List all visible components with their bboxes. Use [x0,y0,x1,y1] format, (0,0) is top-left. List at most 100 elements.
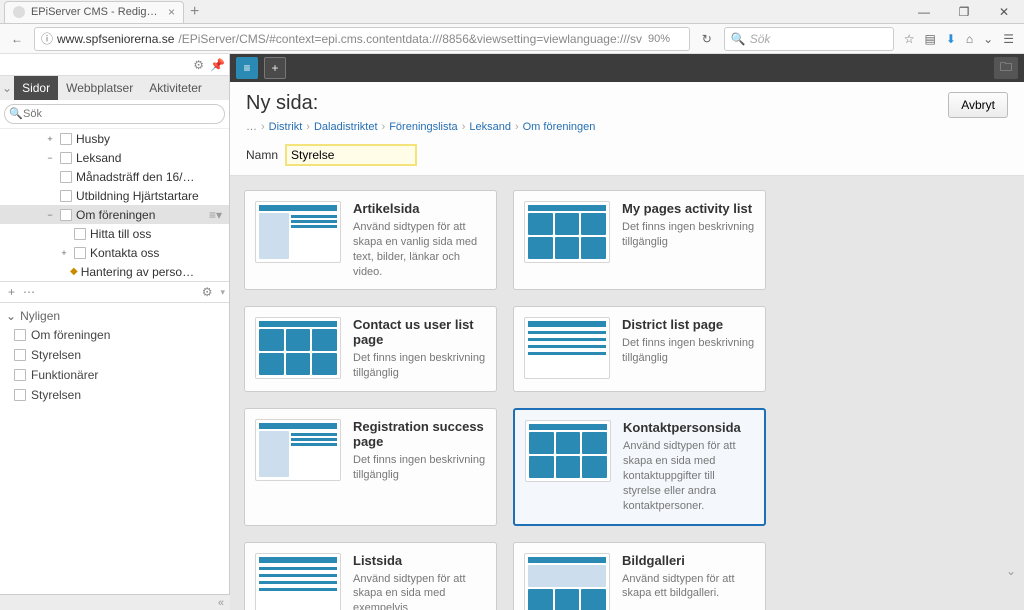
cancel-button[interactable]: Avbryt [948,92,1008,118]
chevron-right-icon: › [382,121,386,133]
menu-icon[interactable]: ☰ [1003,32,1014,46]
page-type-title: Bildgalleri [622,553,755,568]
page-type-card[interactable]: KontaktpersonsidaAnvänd sidtypen för att… [513,408,766,525]
tree-node[interactable]: Utbildning Hjärtstartare [0,186,229,205]
page-icon [14,329,26,341]
tree-node-label: Kontakta oss [90,246,159,260]
page-type-description: Det finns ingen beskrivning tillgänglig [353,453,486,483]
settings-button[interactable]: ⚙ [198,285,217,299]
page-type-card[interactable]: ListsidaAnvänd sidtypen för att skapa en… [244,542,497,610]
back-button[interactable]: ← [4,26,30,52]
breadcrumb-item[interactable]: Om föreningen [523,121,596,133]
page-type-title: Contact us user list page [353,317,486,347]
sidebar-actions: + ⋯ ⚙ ▾ [0,281,229,303]
window-close[interactable]: ✕ [984,0,1024,24]
tree-node-label: Hantering av perso… [81,265,194,279]
window-minimize[interactable]: — [904,0,944,24]
breadcrumb-item[interactable]: Leksand [469,121,511,133]
bookmark-icon[interactable]: ☆ [904,32,915,46]
chevron-down-icon[interactable]: ▾ [220,287,225,298]
breadcrumb-item[interactable]: Distrikt [269,121,303,133]
add-content-button[interactable]: + [264,57,286,79]
page-type-card[interactable]: Bildgalleri Använd sidtypen för att skapa… [513,542,766,610]
tree-node[interactable]: + Husby [0,129,229,148]
reload-button[interactable]: ↻ [694,26,720,52]
window-maximize[interactable]: ❐ [944,0,984,24]
browser-search[interactable]: 🔍 Sök [724,27,894,51]
page-type-description: Använd sidtypen för att skapa ett bildga… [622,572,755,602]
page-type-thumbnail [524,553,610,610]
tree-node[interactable]: ◆Hantering av perso… [0,262,229,281]
downloads-icon[interactable]: ⬇ [946,32,956,46]
tab-title: EPiServer CMS - Redigera [31,6,162,18]
recent-header: ⌄ Nyligen [0,307,229,325]
pocket-icon[interactable]: ⌄ [983,32,993,46]
chevron-down-icon[interactable]: ⌄ [6,309,16,323]
expand-icon[interactable]: + [58,248,70,258]
new-tab-button[interactable]: + [190,3,199,21]
sidebar-search-input[interactable] [4,104,225,124]
breadcrumb-item[interactable]: Daladistriktet [314,121,378,133]
expand-icon[interactable]: + [44,134,56,144]
window-controls: — ❐ ✕ [904,0,1024,24]
url-path: /EPiServer/CMS/#context=epi.cms.contentd… [178,32,642,46]
expand-icon[interactable]: − [44,153,56,163]
page-type-card[interactable]: My pages activity listDet finns ingen be… [513,190,766,290]
page-icon [60,190,72,202]
search-icon: 🔍 [9,107,23,120]
node-options[interactable]: ≡▾ [206,208,225,222]
page-title: Ny sida: [246,92,948,115]
page-icon [74,228,86,240]
sidebar-tab-pages[interactable]: Sidor [14,76,58,100]
sidebar-tab-sites[interactable]: Webbplatser [58,76,141,100]
name-input[interactable] [286,145,416,165]
tree-node[interactable]: Månadsträff den 16/… [0,167,229,186]
tree-node-label: Husby [76,132,110,146]
tree-node[interactable]: −Om föreningen≡▾ [0,205,229,224]
name-label: Namn [246,148,278,162]
pin-icon[interactable]: 📌 [210,58,225,72]
toolbar-icons: ☆ ▤ ⬇ ⌂ ⌄ ☰ [898,32,1020,46]
recent-item[interactable]: Funktionärer [0,365,229,385]
search-placeholder: Sök [750,32,771,46]
zoom-level: 90% [648,33,670,45]
breadcrumb-item[interactable]: Föreningslista [389,121,457,133]
sidebar-tab-activities[interactable]: Aktiviteter [141,76,210,100]
recent-item[interactable]: Styrelsen [0,345,229,365]
page-type-description: Använd sidtypen för att skapa en sida me… [353,572,486,610]
recent-item-label: Styrelsen [31,388,81,402]
page-type-card[interactable]: Contact us user list pageDet finns ingen… [244,306,497,392]
tree-node[interactable]: + Kontakta oss [0,243,229,262]
recent-item[interactable]: Styrelsen [0,385,229,405]
page-type-thumbnail [524,201,610,263]
tree-node[interactable]: Hitta till oss [0,224,229,243]
close-tab-icon[interactable]: × [168,5,175,19]
recent-item-label: Funktionärer [31,368,98,382]
more-menu[interactable]: ⋯ [19,285,39,299]
add-page-button[interactable]: + [4,285,19,299]
assets-panel-toggle[interactable]: 🗀 [994,57,1018,79]
page-type-description: Använd sidtypen för att skapa en vanlig … [353,220,486,279]
recent-item-label: Styrelsen [31,348,81,362]
home-icon[interactable]: ⌂ [966,32,973,46]
name-field-row: Namn [230,139,1024,175]
library-icon[interactable]: ▤ [925,32,936,46]
tree-node[interactable]: −Leksand [0,148,229,167]
chevron-down-icon[interactable]: ⌄ [2,81,12,95]
content-panel: Ny sida: …›Distrikt›Daladistriktet›Fören… [230,82,1024,610]
scroll-down-indicator: ⌄ [1006,564,1020,578]
recent-item[interactable]: Om föreningen [0,325,229,345]
sidebar-collapse-handle[interactable]: « [0,594,230,610]
url-bar[interactable]: ⓘ www.spfseniorerna.se /EPiServer/CMS/#c… [34,27,690,51]
page-type-card[interactable]: Registration success pageDet finns ingen… [244,408,497,525]
toggle-tree-icon[interactable]: ≡ [236,57,258,79]
page-type-title: Artikelsida [353,201,486,216]
browser-tab[interactable]: EPiServer CMS - Redigera × [4,1,184,23]
page-type-title: District list page [622,317,755,332]
page-type-card[interactable]: District list pageDet finns ingen beskri… [513,306,766,392]
page-type-thumbnail [255,419,341,481]
expand-icon[interactable]: − [44,210,56,220]
page-type-card[interactable]: Artikelsida Använd sidtypen för att skapa… [244,190,497,290]
page-icon [60,152,72,164]
gear-icon[interactable]: ⚙ [193,58,204,72]
